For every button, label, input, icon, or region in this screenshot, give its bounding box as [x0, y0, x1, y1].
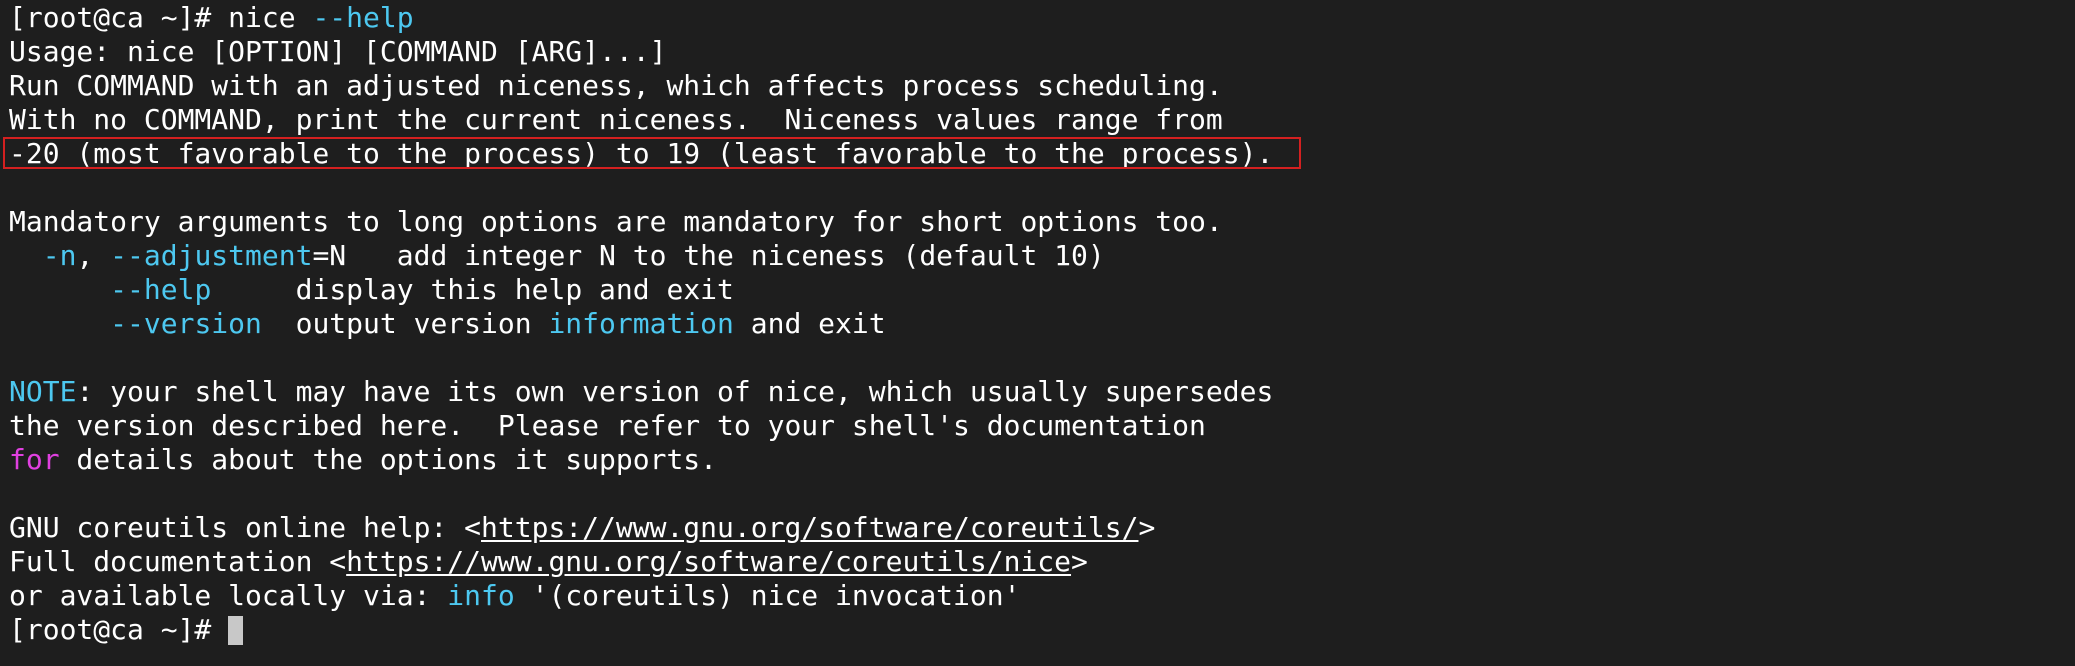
- shell-prompt: [root@ca ~]#: [9, 1, 229, 34]
- mandatory-args-line: Mandatory arguments to long options are …: [9, 205, 1223, 238]
- option-version: --version output version information and…: [110, 307, 886, 340]
- option-adjustment-desc: add integer N to the niceness (default 1…: [346, 239, 1105, 272]
- coreutils-help-link[interactable]: https://www.gnu.org/software/coreutils/: [481, 511, 1138, 544]
- command-name: nice: [228, 1, 313, 34]
- description-line-3: -20 (most favorable to the process) to 1…: [3, 137, 2075, 171]
- local-info-line: or available locally via: info '(coreuti…: [9, 579, 1021, 612]
- highlighted-niceness-range: -20 (most favorable to the process) to 1…: [9, 137, 1274, 170]
- nice-doc-link[interactable]: https://www.gnu.org/software/coreutils/n…: [346, 545, 1071, 578]
- terminal-cursor[interactable]: [228, 616, 244, 645]
- option-adjustment: -n, --adjustment=N add integer N to the …: [42, 239, 1105, 272]
- option-help: --help display this help and exit: [9, 273, 2075, 307]
- description-line-2: With no COMMAND, print the current nicen…: [9, 103, 1223, 136]
- note-keyword: NOTE: [9, 375, 77, 408]
- option-long-adjustment: --adjustment: [110, 239, 313, 272]
- note-line-3: for details about the options it support…: [9, 443, 718, 476]
- description-line-1: Run COMMAND with an adjusted niceness, w…: [9, 69, 1223, 102]
- information-keyword: information: [548, 307, 734, 340]
- note-line-1: NOTE: your shell may have its own versio…: [9, 375, 1274, 408]
- option-long-version: --version: [110, 307, 262, 340]
- final-prompt-line[interactable]: [root@ca ~]#: [9, 613, 2075, 647]
- for-keyword: for: [9, 443, 60, 476]
- option-short-n: -n: [42, 239, 77, 272]
- online-help-line: GNU coreutils online help: <https://www.…: [9, 511, 1156, 544]
- command-flag: --help: [312, 1, 414, 34]
- terminal-window[interactable]: [root@ca ~]# nice --help Usage: nice [OP…: [0, 0, 2075, 666]
- option-help-desc: display this help and exit: [211, 273, 734, 306]
- option-long-help: --help: [110, 273, 212, 306]
- command-line: [root@ca ~]# nice --help: [9, 1, 2075, 35]
- info-keyword: info: [447, 579, 515, 612]
- note-line-2: the version described here. Please refer…: [9, 409, 1206, 442]
- usage-line: Usage: nice [OPTION] [COMMAND [ARG]...]: [9, 35, 667, 68]
- full-doc-line: Full documentation <https://www.gnu.org/…: [9, 545, 1088, 578]
- shell-prompt: [root@ca ~]#: [9, 613, 229, 646]
